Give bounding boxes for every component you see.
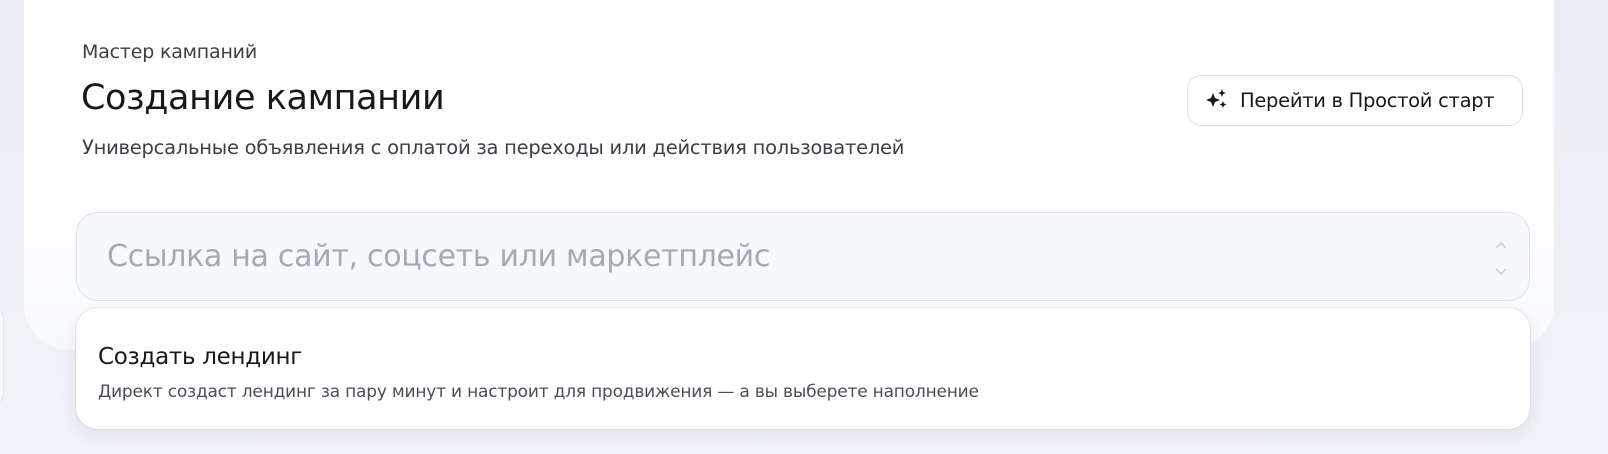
simple-start-label: Перейти в Простой старт [1240, 89, 1495, 112]
page-subtitle: Универсальные объявления с оплатой за пе… [82, 136, 905, 159]
create-landing-option[interactable]: Создать лендинг Директ создаст лендинг з… [76, 308, 1530, 429]
breadcrumb[interactable]: Мастер кампаний [82, 41, 257, 63]
url-input[interactable] [107, 226, 1467, 287]
page-title: Создание кампании [81, 78, 445, 118]
sparkles-icon [1204, 86, 1230, 116]
suggestion-description: Директ создаст лендинг за пару минут и н… [98, 382, 979, 402]
chevron-down-icon [1494, 262, 1508, 281]
suggestion-title: Создать лендинг [98, 344, 302, 370]
simple-start-button[interactable]: Перейти в Простой старт [1187, 75, 1523, 126]
chevron-up-icon [1494, 235, 1508, 254]
url-field-container [76, 212, 1530, 301]
side-panel-edge [0, 308, 4, 404]
field-stepper[interactable] [1493, 235, 1509, 281]
